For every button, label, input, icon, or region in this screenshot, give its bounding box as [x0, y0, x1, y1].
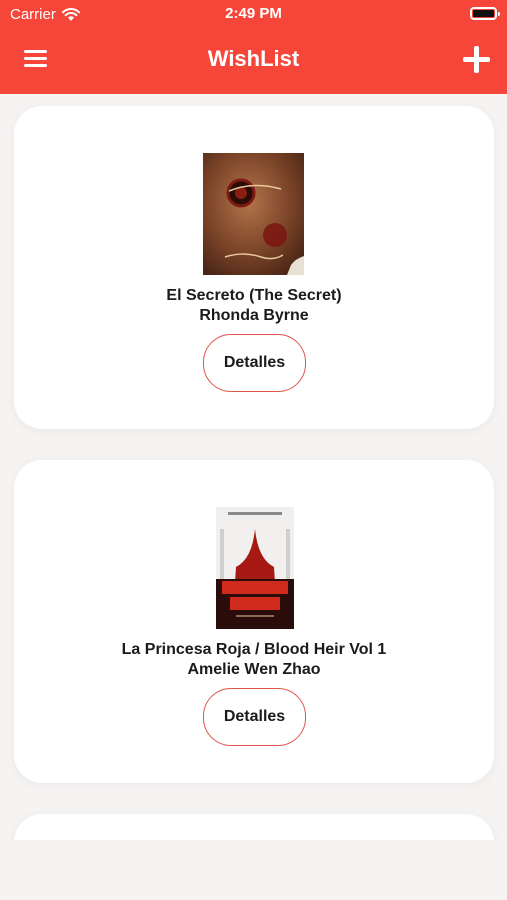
battery-icon: [470, 7, 500, 20]
book-cover-image: [203, 153, 304, 275]
page-title: WishList: [207, 46, 300, 71]
book-title: La Princesa Roja / Blood Heir Vol 1: [121, 641, 387, 658]
book-cover-image: [216, 507, 294, 629]
book-card: El Secreto (The Secret) Rhonda Byrne Det…: [14, 106, 494, 429]
status-time: 2:49 PM: [225, 5, 282, 22]
status-bar: Carrier 2:49 PM: [0, 0, 507, 28]
details-button[interactable]: Detalles: [203, 688, 306, 746]
bottom-safe-area: [0, 840, 507, 900]
navigation-bar: WishList: [0, 28, 507, 94]
details-button[interactable]: Detalles: [203, 334, 306, 392]
book-author: Rhonda Byrne: [199, 307, 309, 324]
book-title: El Secreto (The Secret): [166, 287, 342, 304]
book-card: La Princesa Roja / Blood Heir Vol 1 Amel…: [14, 460, 494, 783]
book-author: Amelie Wen Zhao: [187, 661, 321, 678]
book-card: [14, 814, 494, 840]
plus-icon[interactable]: [463, 46, 490, 73]
wishlist-list[interactable]: El Secreto (The Secret) Rhonda Byrne Det…: [0, 94, 507, 840]
